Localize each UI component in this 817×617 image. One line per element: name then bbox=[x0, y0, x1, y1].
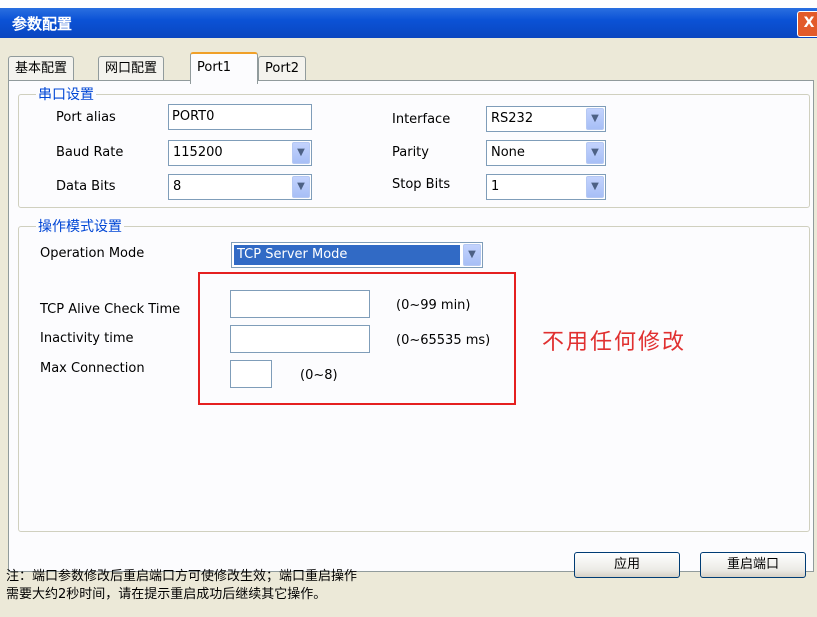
tab-network-config[interactable]: 网口配置 bbox=[98, 56, 165, 81]
footer-line-2: 需要大约2秒时间，请在提示重启成功后继续其它操作。 bbox=[6, 587, 327, 602]
interface-label: Interface bbox=[392, 112, 451, 127]
tcp-alive-label: TCP Alive Check Time bbox=[40, 302, 181, 317]
inactivity-label: Inactivity time bbox=[40, 331, 134, 346]
baud-rate-label: Baud Rate bbox=[56, 145, 124, 160]
window-title: 参数配置 bbox=[12, 15, 73, 33]
tab-basic-config[interactable]: 基本配置 bbox=[8, 56, 75, 81]
restart-port-button[interactable]: 重启端口 bbox=[700, 552, 806, 578]
footer-note: 注：端口参数修改后重启端口方可使修改生效；端口重启操作 需要大约2秒时间，请在提… bbox=[6, 568, 357, 604]
chevron-down-icon[interactable]: ▼ bbox=[586, 176, 604, 198]
stop-bits-select[interactable]: 1 ▼ bbox=[486, 174, 606, 200]
tab-port1[interactable]: Port1 bbox=[190, 52, 258, 84]
apply-button[interactable]: 应用 bbox=[574, 552, 680, 578]
serial-settings-legend: 串口设置 bbox=[36, 84, 96, 104]
stop-bits-label: Stop Bits bbox=[392, 177, 451, 192]
operation-mode-label: Operation Mode bbox=[40, 246, 145, 261]
close-icon: X bbox=[803, 15, 815, 31]
operation-mode-legend: 操作模式设置 bbox=[36, 216, 124, 236]
chevron-down-icon[interactable]: ▼ bbox=[292, 142, 310, 164]
baud-rate-select[interactable]: 115200 ▼ bbox=[168, 140, 312, 166]
footer-line-1: 注：端口参数修改后重启端口方可使修改生效；端口重启操作 bbox=[6, 569, 358, 584]
max-connection-label: Max Connection bbox=[40, 361, 145, 376]
chevron-down-icon[interactable]: ▼ bbox=[292, 176, 310, 198]
interface-select[interactable]: RS232 ▼ bbox=[486, 106, 606, 132]
port-alias-input[interactable]: PORT0 bbox=[168, 104, 312, 130]
chevron-down-icon[interactable]: ▼ bbox=[586, 142, 604, 164]
no-change-note: 不用任何修改 bbox=[542, 330, 687, 355]
title-bar: 参数配置 X bbox=[0, 8, 817, 38]
close-button[interactable]: X bbox=[797, 11, 817, 37]
data-bits-select[interactable]: 8 ▼ bbox=[168, 174, 312, 200]
tab-port2[interactable]: Port2 bbox=[258, 56, 307, 81]
chevron-down-icon[interactable]: ▼ bbox=[463, 244, 481, 266]
parity-select[interactable]: None ▼ bbox=[486, 140, 606, 166]
chevron-down-icon[interactable]: ▼ bbox=[586, 108, 604, 130]
parity-label: Parity bbox=[392, 145, 429, 160]
highlight-box bbox=[198, 272, 516, 405]
data-bits-label: Data Bits bbox=[56, 179, 116, 194]
port-alias-label: Port alias bbox=[56, 110, 116, 125]
operation-mode-select[interactable]: TCP Server Mode ▼ bbox=[231, 242, 483, 268]
